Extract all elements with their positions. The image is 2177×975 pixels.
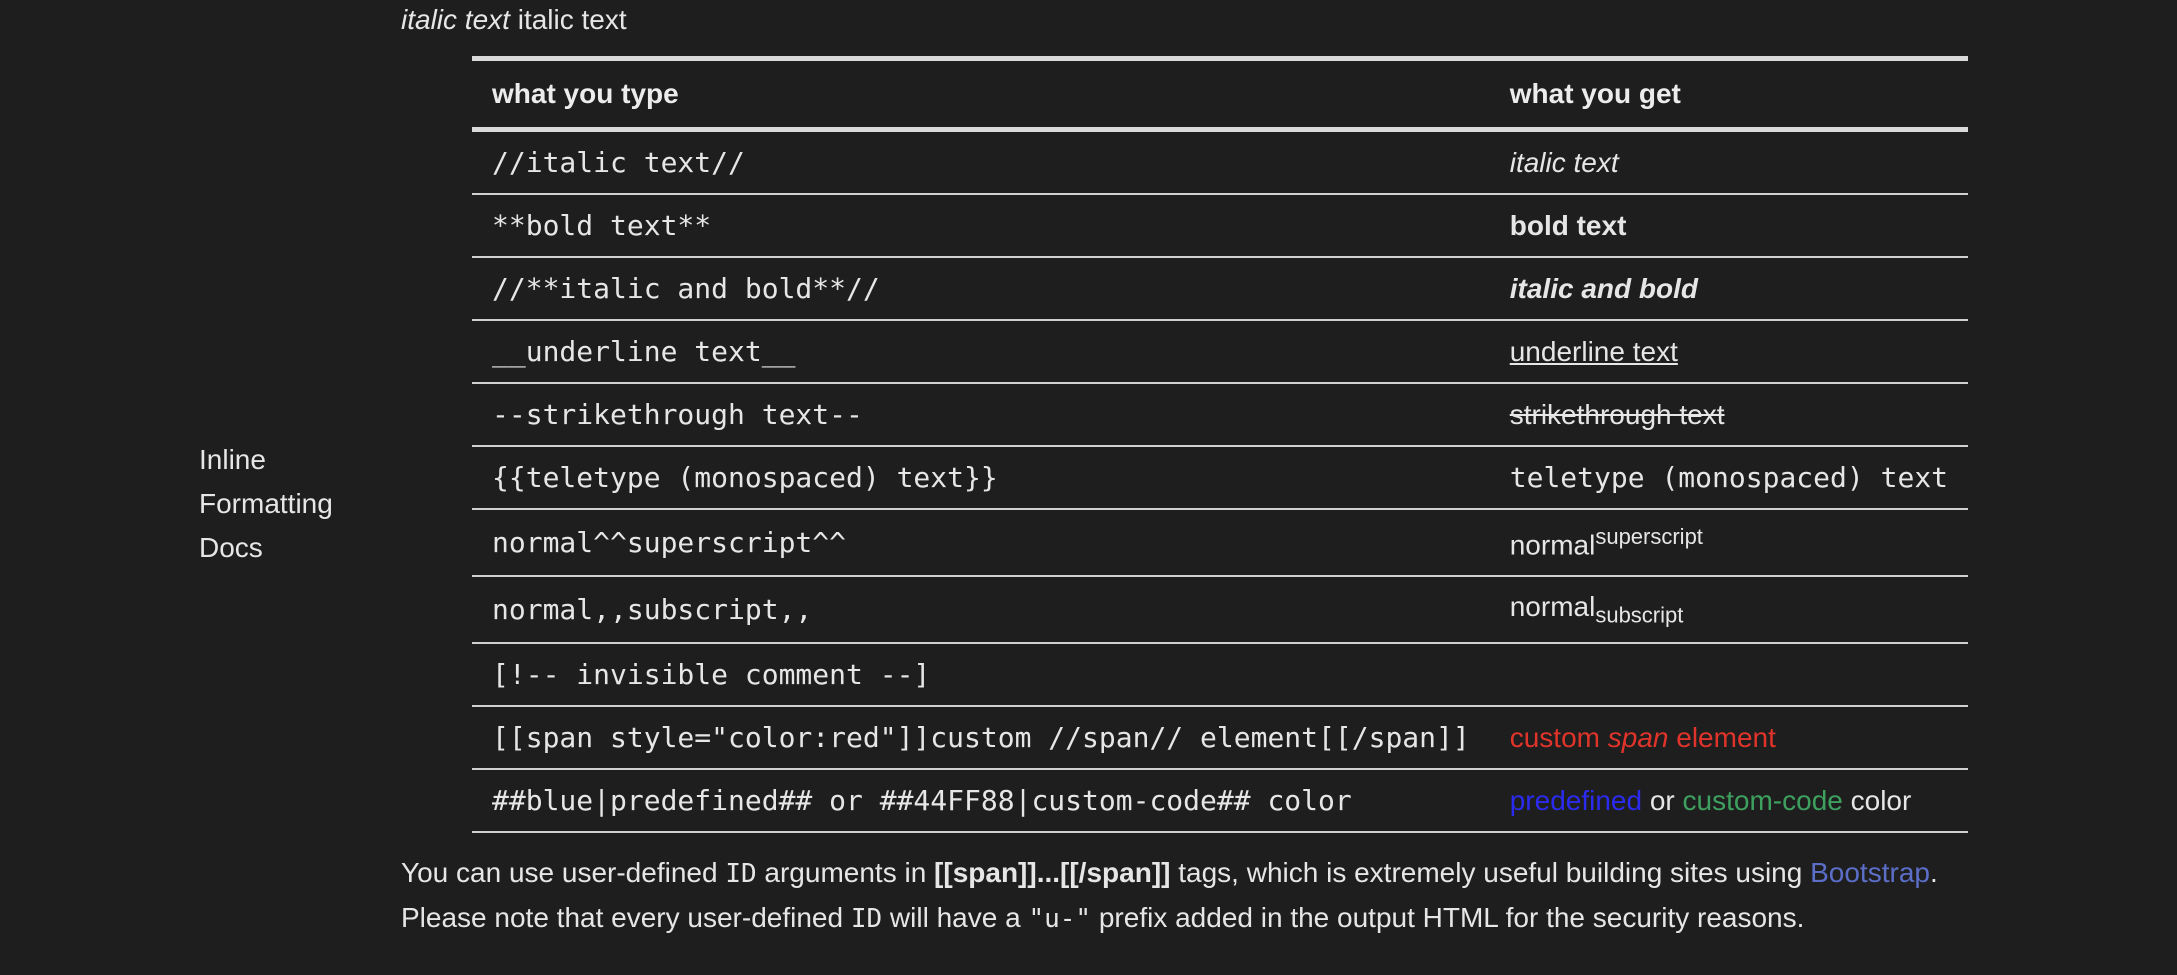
table-row: normal^^superscript^^ normalsuperscript [472,509,1969,577]
table-row: --strikethrough text-- strikethrough tex… [472,383,1969,447]
italic-example: italic text [401,4,510,35]
result-cell: predefined or custom-code color [1489,769,1969,833]
custom-span-part-2: span [1607,721,1669,753]
result-cell: italic and bold [1489,257,1969,321]
normal-text: normal [1509,590,1596,622]
bold-span-tags: [[span]]...[[/span]] [934,857,1171,888]
para-text: will have a [882,902,1029,933]
header-what-you-get: what you get [1509,78,1681,109]
explanation-paragraph: You can use user-defined ID arguments in… [401,851,1961,941]
table-row: [!-- invisible comment --] [472,643,1969,707]
trailing-text: color [1842,784,1912,816]
para-text: prefix added in the output HTML for the … [1091,902,1805,933]
result-cell: bold text [1489,194,1969,258]
section-label: Inline Formatting Docs [199,438,379,570]
result-cell: teletype (monospaced) text [1489,446,1969,510]
result-cell: italic text [1489,129,1969,195]
bold-result: bold text [1509,209,1627,241]
normal-text: normal [1509,529,1596,561]
custom-color-result: custom-code [1682,784,1843,816]
inline-code: "u-" [1028,904,1092,934]
inline-code: ID [850,904,883,934]
type-cell: {{teletype (monospaced) text}} [472,446,1490,510]
result-cell: normalsuperscript [1489,509,1969,577]
predefined-color-result: predefined [1509,784,1643,816]
result-cell [1489,643,1969,707]
type-cell: normal,,subscript,, [472,576,1490,644]
result-cell: strikethrough text [1489,383,1969,447]
italic-result: italic text [1509,146,1619,178]
custom-span-part-3: element [1668,721,1776,753]
type-cell: //**italic and bold**// [472,257,1490,321]
section-label-line-1: Inline [199,444,266,475]
type-cell: //italic text// [472,129,1490,195]
type-cell: __underline text__ [472,320,1490,384]
subscript-result: subscript [1595,602,1684,628]
custom-span-part-1: custom [1509,721,1608,753]
plain-example: italic text [517,4,627,35]
table-row: [[span style="color:red"]]custom //span/… [472,706,1969,770]
table-row: __underline text__ underline text [472,320,1969,384]
result-cell: underline text [1489,320,1969,384]
table-row: {{teletype (monospaced) text}} teletype … [472,446,1969,510]
underline-result: underline text [1509,335,1678,367]
table-header-row: what you type what you get [472,58,1969,130]
table-row: //italic text// italic text [472,129,1969,195]
table-row: //**italic and bold**// italic and bold [472,257,1969,321]
para-text: You can use user-defined [401,857,726,888]
strikethrough-result: strikethrough text [1509,398,1725,430]
section-label-line-3: Docs [199,532,263,563]
para-text: arguments in [756,857,935,888]
intro-example-line: italic text italic text [401,2,627,38]
superscript-result: superscript [1595,523,1703,549]
type-cell: **bold text** [472,194,1490,258]
type-cell: [[span style="color:red"]]custom //span/… [472,706,1490,770]
section-label-line-2: Formatting [199,488,333,519]
type-cell: --strikethrough text-- [472,383,1490,447]
para-text: tags, which is extremely useful building… [1170,857,1811,888]
table-row: ##blue|predefined## or ##44FF88|custom-c… [472,769,1969,833]
type-cell: [!-- invisible comment --] [472,643,1490,707]
type-cell: ##blue|predefined## or ##44FF88|custom-c… [472,769,1490,833]
result-cell: normalsubscript [1489,576,1969,644]
bootstrap-link[interactable]: Bootstrap [1810,857,1930,888]
teletype-result: teletype (monospaced) text [1509,461,1949,494]
inline-code: ID [725,859,757,889]
table-row: **bold text** bold text [472,194,1969,258]
table-row: normal,,subscript,, normalsubscript [472,576,1969,644]
bold-italic-result: italic and bold [1509,272,1698,304]
type-cell: normal^^superscript^^ [472,509,1490,577]
header-what-you-type: what you type [492,78,679,109]
formatting-table: what you type what you get //italic text… [472,56,1969,833]
result-cell: custom span element [1489,706,1969,770]
connector-text: or [1642,784,1683,816]
